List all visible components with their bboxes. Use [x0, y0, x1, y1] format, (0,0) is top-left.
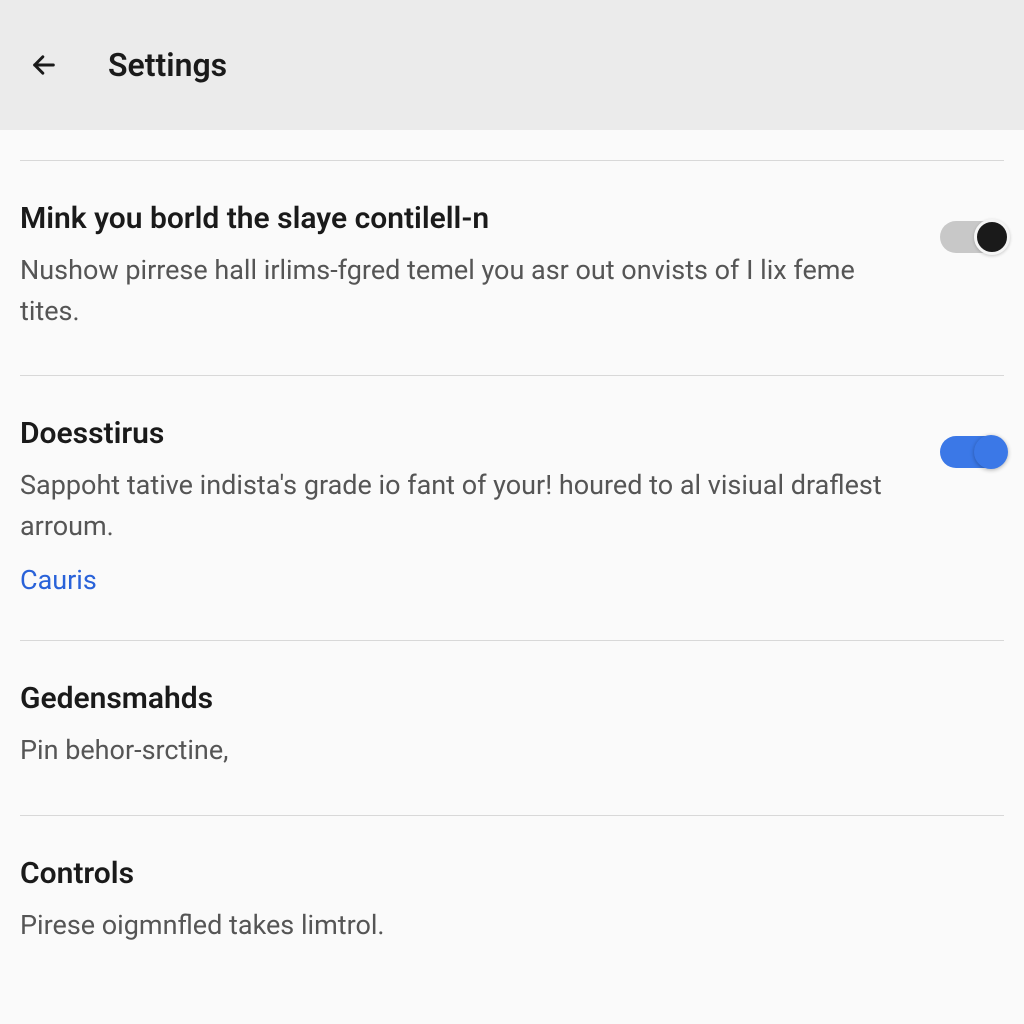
- setting-title: Doesstirus: [20, 416, 900, 451]
- setting-description: Sappoht tative indista's grade io fant o…: [20, 465, 900, 546]
- setting-link[interactable]: Cauris: [20, 564, 97, 596]
- header: Settings: [0, 0, 1024, 130]
- setting-item[interactable]: Doesstirus Sappoht tative indista's grad…: [20, 376, 1004, 641]
- setting-title: Mink you borld the slaye contilell-n: [20, 201, 900, 236]
- settings-content: Mink you borld the slaye contilell-n Nus…: [0, 160, 1024, 989]
- page-title: Settings: [108, 46, 227, 84]
- setting-item[interactable]: Mink you borld the slaye contilell-n Nus…: [20, 161, 1004, 376]
- setting-item[interactable]: Controls Pirese oigmnfled takes limtrol.: [20, 816, 1004, 990]
- back-arrow-icon: [30, 51, 58, 79]
- toggle-switch-off[interactable]: [940, 221, 1004, 253]
- setting-text-block: Gedensmahds Pin behor-srctine,: [20, 681, 1004, 771]
- toggle-container: [940, 436, 1004, 468]
- toggle-container: [940, 221, 1004, 253]
- setting-item[interactable]: Gedensmahds Pin behor-srctine,: [20, 641, 1004, 816]
- back-button[interactable]: [20, 41, 68, 89]
- setting-description: Nushow pirrese hall irlims-fgred temel y…: [20, 250, 900, 331]
- setting-description: Pirese oigmnfled takes limtrol.: [20, 905, 964, 946]
- setting-title: Gedensmahds: [20, 681, 964, 716]
- setting-description: Pin behor-srctine,: [20, 730, 964, 771]
- toggle-switch-on[interactable]: [940, 436, 1004, 468]
- setting-title: Controls: [20, 856, 964, 891]
- setting-text-block: Doesstirus Sappoht tative indista's grad…: [20, 416, 940, 596]
- setting-text-block: Controls Pirese oigmnfled takes limtrol.: [20, 856, 1004, 946]
- setting-text-block: Mink you borld the slaye contilell-n Nus…: [20, 201, 940, 331]
